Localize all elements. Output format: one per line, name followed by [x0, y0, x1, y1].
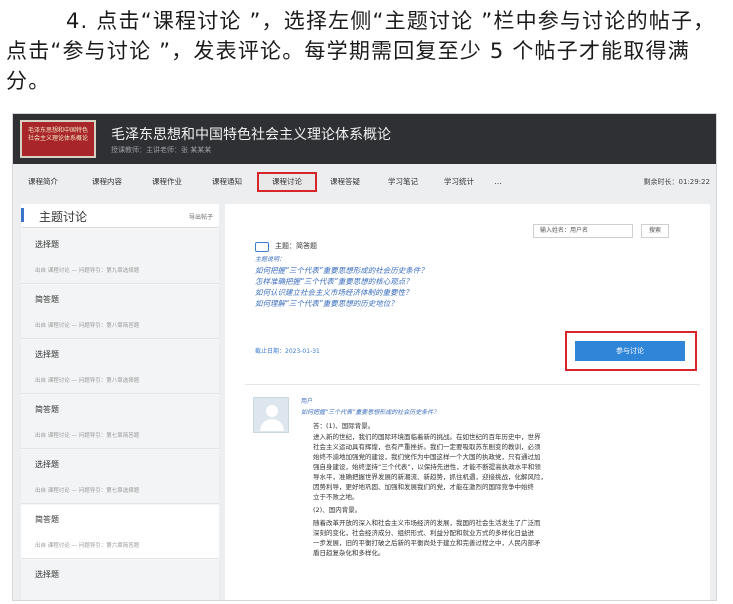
- reply-question: 如何把握“三个代表”重要思想形成的社会历史条件？: [301, 409, 440, 416]
- join-discussion-button[interactable]: 参与讨论: [575, 341, 685, 361]
- tab-course-content[interactable]: 课程内容: [85, 172, 129, 192]
- topic-item-active[interactable]: 简答题 出自 课程讨论 — 问题导引：第六章简答题: [21, 505, 219, 559]
- tab-course-homework[interactable]: 课程作业: [145, 172, 189, 192]
- course-page-screenshot: 毛泽东思想和中国特色社会主义理论体系概论 毛泽东思想和中国特色社会主义理论体系概…: [12, 113, 717, 601]
- topic-item[interactable]: 选择题 出自 课程讨论 — 问题导引：第八章选择题: [21, 340, 219, 394]
- topic-item-source: 出自 课程讨论 — 问题导引：第七章选择题: [35, 488, 140, 494]
- reply-line: 因势利导，更好地巩固、加强和发展我们的党，才能在激烈的国际竞争中始终: [313, 483, 534, 491]
- topic-detail-panel: 输入姓名：用户名 搜索 主题：简答题 主题说明： 如何把握“三个代表”重要思想形…: [225, 204, 710, 600]
- reply-line: 始终不渝地加强党的建设，我们党作为中国这样一个大国的执政党，只有通过加: [313, 453, 541, 461]
- reply-line: 立于不败之地。: [313, 493, 359, 501]
- topic-item-title: 选择题: [35, 350, 59, 359]
- topic-label: 主题：简答题: [275, 242, 317, 250]
- tab-course-intro[interactable]: 课程简介: [21, 172, 65, 192]
- reply-line: 深刻的变化，社会经济成分、组织形式、利益分配和就业方式的多样化日益进: [313, 529, 534, 537]
- topic-item[interactable]: 简答题 出自 课程讨论 — 问题导引：第七章简答题: [21, 395, 219, 449]
- topic-item-title: 简答题: [35, 405, 59, 414]
- tab-course-qa[interactable]: 课程答疑: [323, 172, 367, 192]
- topic-item-title: 简答题: [35, 515, 59, 524]
- instruction-text: 4. 点击“课程讨论 ”，选择左侧“主题讨论 ”栏中参与讨论的帖子，点击“参与讨…: [6, 9, 716, 93]
- course-teacher: 授课教师：主讲老师：张 某某某: [111, 146, 212, 154]
- topic-item-title: 简答题: [35, 295, 59, 304]
- topic-item[interactable]: 选择题 出自 课程讨论 — 问题导引：第七章选择题: [21, 450, 219, 504]
- chat-bubble-icon: [255, 242, 269, 252]
- export-posts-link[interactable]: 导出帖子: [189, 212, 213, 221]
- avatar: [253, 397, 289, 433]
- reply-line: 导水平，准确把握世界发展的新潮流、新趋势，抓住机遇，迎接挑战，化解风险，: [313, 473, 547, 481]
- course-nav: 课程简介 课程内容 课程作业 课程通知 课程讨论 课程答疑 学习笔记 学习统计 …: [13, 172, 716, 192]
- reply-line: 强自身建设，始终坚持“三个代表”，以保持先进性，才能不断提高执政水平和领: [313, 463, 541, 471]
- avatar-head-shape: [266, 405, 278, 417]
- topic-item[interactable]: 选择题: [21, 560, 219, 600]
- tab-study-notes[interactable]: 学习笔记: [381, 172, 425, 192]
- topic-item-title: 选择题: [35, 460, 59, 469]
- reply-line: 进入新的世纪，我们的国际环境面临着新的挑战。在如世纪的百年历史中，世界: [313, 433, 541, 441]
- join-highlight-box: 参与讨论: [565, 331, 697, 371]
- tab-course-notice[interactable]: 课程通知: [205, 172, 249, 192]
- topic-question: 如何把握“三个代表”重要思想形成的社会历史条件？: [255, 266, 428, 275]
- course-logo: 毛泽东思想和中国特色社会主义理论体系概论: [20, 120, 96, 158]
- tab-course-discussion[interactable]: 课程讨论: [257, 172, 317, 192]
- reply-username[interactable]: 用户: [301, 396, 313, 405]
- search-input[interactable]: 输入姓名：用户名: [533, 224, 633, 238]
- topic-desc-label: 主题说明：: [255, 256, 286, 263]
- sidebar-title: 主题讨论: [39, 210, 88, 224]
- sidebar-header: 主题讨论 导出帖子: [21, 204, 219, 228]
- reply-line: 随着改革开放的深入和社会主义市场经济的发展，我国的社会生活发生了广泛而: [313, 519, 541, 527]
- remaining-time: 剩余时长：01:29:22: [643, 178, 710, 186]
- topic-item-source: 出自 课程讨论 — 问题导引：第九章选择题: [35, 268, 140, 274]
- topic-question: 怎样准确把握“三个代表”重要思想的核心观点？: [255, 277, 413, 286]
- avatar-body-shape: [260, 419, 284, 431]
- sidebar-accent: [21, 208, 24, 222]
- topic-item-source: 出自 课程讨论 — 问题导引：第八章选择题: [35, 378, 140, 384]
- topic-item-source: 出自 课程讨论 — 问题导引：第八章简答题: [35, 323, 140, 329]
- search-button[interactable]: 搜索: [641, 224, 669, 238]
- topic-question: 如何认识建立社会主义市场经济体制的重要性？: [255, 288, 413, 297]
- reply-line: 一步发展，旧的平衡打破之后新的平衡尚处于建立和完善过程之中，人民内部矛: [313, 539, 541, 547]
- deadline-date: 截止日期：2023-01-31: [255, 348, 320, 355]
- topic-item-title: 选择题: [35, 240, 59, 249]
- topic-item-source: 出自 课程讨论 — 问题导引：第六章简答题: [35, 543, 140, 549]
- tab-more[interactable]: …: [491, 172, 505, 192]
- site-header: 毛泽东思想和中国特色社会主义理论体系概论 毛泽东思想和中国特色社会主义理论体系概…: [13, 114, 716, 164]
- reply-line: 社会主义运动具有辉煌，也有严重挫折。我们一定要吸取苏东剧变的教训，必须: [313, 443, 541, 451]
- course-title: 毛泽东思想和中国特色社会主义理论体系概论: [111, 127, 391, 143]
- reply-line: 盾日趋复杂化和多样化。: [313, 549, 385, 557]
- divider: [245, 384, 700, 385]
- reply-line: 答：(1)、国际背景。: [313, 422, 375, 430]
- topic-sidebar: 主题讨论 导出帖子 选择题 出自 课程讨论 — 问题导引：第九章选择题 简答题 …: [21, 204, 219, 600]
- topic-item[interactable]: 简答题 出自 课程讨论 — 问题导引：第八章简答题: [21, 285, 219, 339]
- tab-study-stats[interactable]: 学习统计: [437, 172, 481, 192]
- reply-line: (2)、国内背景。: [313, 506, 362, 514]
- topic-question: 如何理解“三个代表”重要思想的历史地位？: [255, 299, 398, 308]
- topic-item[interactable]: 选择题 出自 课程讨论 — 问题导引：第九章选择题: [21, 230, 219, 284]
- topic-item-source: 出自 课程讨论 — 问题导引：第七章简答题: [35, 433, 140, 439]
- topic-item-title: 选择题: [35, 570, 59, 579]
